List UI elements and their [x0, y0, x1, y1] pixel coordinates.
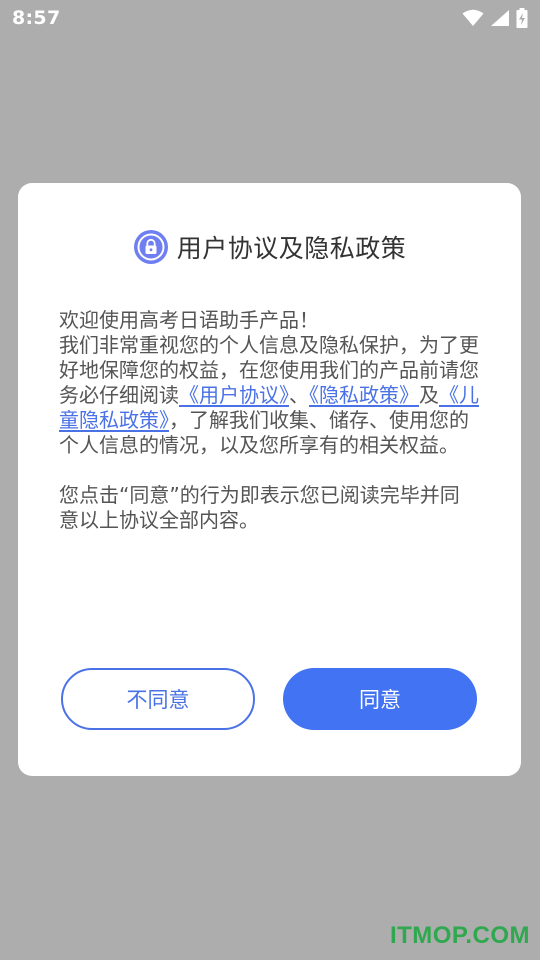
dialog-header: 用户协议及隐私政策 [18, 227, 521, 267]
battery-charging-icon [516, 8, 528, 28]
disagree-button[interactable]: 不同意 [61, 668, 255, 730]
status-time: 8:57 [12, 7, 61, 29]
wifi-icon [462, 9, 484, 26]
privacy-policy-link[interactable]: 《隐私政策》 [309, 383, 419, 407]
status-bar: 8:57 [0, 0, 540, 36]
privacy-dialog: 用户协议及隐私政策 欢迎使用高考日语助手产品！ 我们非常重视您的个人信息及隐私保… [18, 183, 521, 776]
consent-paragraph: 您点击“同意”的行为即表示您已阅读完毕并同意以上协议全部内容。 [59, 483, 460, 532]
agreement-paragraph: 我们非常重视您的个人信息及隐私保护，为了更好地保障您的权益，在您使用我们的产品前… [59, 333, 479, 458]
status-icons [462, 6, 528, 30]
agree-button[interactable]: 同意 [283, 668, 477, 730]
dialog-body: 欢迎使用高考日语助手产品！ 我们非常重视您的个人信息及隐私保护，为了更好地保障您… [59, 308, 479, 533]
separator-comma: 、 [289, 383, 309, 407]
lock-icon [133, 230, 168, 264]
watermark-logo: ITMOP.COM [389, 922, 530, 949]
cellular-signal-icon [491, 10, 509, 26]
user-agreement-link[interactable]: 《用户协议》 [179, 383, 289, 407]
dialog-title: 用户协议及隐私政策 [176, 234, 407, 263]
welcome-line: 欢迎使用高考日语助手产品！ [59, 308, 319, 332]
separator-and: 及 [419, 383, 439, 407]
